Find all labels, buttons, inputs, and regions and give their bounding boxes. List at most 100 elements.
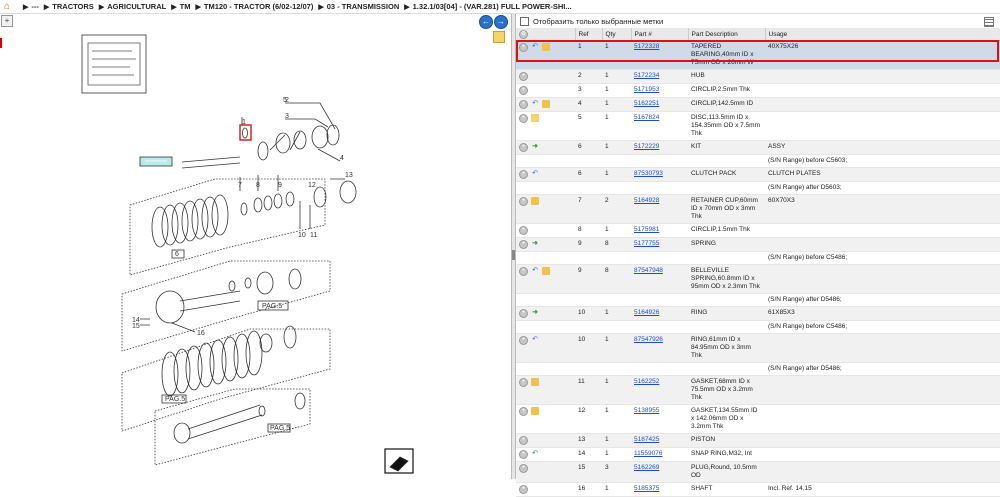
package-icon[interactable] bbox=[531, 407, 539, 415]
part-number-link[interactable]: 5162269 bbox=[634, 464, 659, 471]
add-to-cart-icon[interactable]: + bbox=[519, 378, 528, 387]
substitute-arrow-icon[interactable]: ➜ bbox=[531, 143, 539, 151]
part-number-link[interactable]: 5172328 bbox=[634, 43, 659, 50]
show-selected-label[interactable]: Отобразить только выбранные метки bbox=[533, 17, 663, 26]
table-row[interactable]: + ↶ 9 8 87547948 BELLEVILLE SPRING,60.8mm ID … bbox=[516, 264, 1000, 294]
table-row[interactable]: + ➜ 10 1 5164926 RING 61X85X3 bbox=[516, 306, 1000, 321]
table-row[interactable]: + ➜ 6 1 5172229 KIT ASSY bbox=[516, 140, 1000, 155]
add-to-cart-icon[interactable]: + bbox=[519, 436, 528, 445]
usage-note-row[interactable]: (S/N Range) after D5603; bbox=[516, 181, 1000, 195]
column-header-ref[interactable]: Ref bbox=[575, 28, 603, 41]
table-row[interactable]: +11 1 5162252 GASKET,68mm ID x 75.5mm OD x … bbox=[516, 375, 1000, 405]
column-header-description[interactable]: Part Description bbox=[688, 28, 766, 41]
add-to-cart-icon[interactable]: + bbox=[519, 240, 528, 249]
table-row[interactable]: +7 2 5164928 RETAINER CUP,60mm ID x 70mm OD… bbox=[516, 194, 1000, 224]
add-to-cart-icon[interactable]: + bbox=[519, 114, 528, 123]
column-header-qty[interactable]: Qty bbox=[602, 28, 632, 41]
usage-note-row[interactable]: (S/N Range) before C5603; bbox=[516, 154, 1000, 168]
package-icon[interactable] bbox=[531, 378, 539, 386]
replaced-part-icon[interactable]: ↶ bbox=[531, 336, 539, 344]
previous-arrow-button[interactable]: ← bbox=[479, 15, 493, 29]
add-to-cart-icon[interactable]: + bbox=[519, 226, 528, 235]
expand-button[interactable]: + bbox=[1, 15, 13, 27]
add-to-cart-icon[interactable]: + bbox=[519, 197, 528, 206]
crumb-tm[interactable]: TM bbox=[180, 2, 191, 11]
add-to-cart-icon[interactable]: + bbox=[519, 143, 528, 152]
part-number-link[interactable]: 5138955 bbox=[634, 407, 659, 414]
add-to-cart-icon[interactable]: + bbox=[519, 170, 528, 179]
add-to-cart-icon[interactable]: + bbox=[519, 86, 528, 95]
add-to-cart-icon[interactable]: + bbox=[519, 100, 528, 109]
crumb-model[interactable]: TM120 - TRACTOR (6/02-12/07) bbox=[204, 2, 313, 11]
crumb-agricultural[interactable]: AGRICULTURAL bbox=[107, 2, 166, 11]
replaced-part-icon[interactable]: ↶ bbox=[531, 170, 539, 178]
add-to-cart-icon[interactable]: + bbox=[519, 485, 528, 494]
table-row[interactable]: +3 1 5171953 CIRCLIP,2.5mm Thk bbox=[516, 83, 1000, 98]
table-row[interactable]: +16 1 5185375 SHAFT Incl. Ref. 14,15 bbox=[516, 482, 1000, 497]
part-number-link[interactable]: 5172234 bbox=[634, 72, 659, 79]
part-number-link[interactable]: 5164928 bbox=[634, 197, 659, 204]
crumb-root[interactable]: --- bbox=[31, 2, 39, 11]
table-row[interactable]: + ↶ 1 1 5172328 TAPERED BEARING,40mm ID x 75m… bbox=[516, 40, 1000, 70]
crumb-tractors[interactable]: TRACTORS bbox=[52, 2, 94, 11]
replaced-part-icon[interactable]: ↶ bbox=[531, 450, 539, 458]
part-number-link[interactable]: 5162252 bbox=[634, 378, 659, 385]
table-row[interactable]: + ↶ 6 1 87530793 CLUTCH PACK CLUTCH PLATES bbox=[516, 167, 1000, 182]
substitute-arrow-icon[interactable]: ➜ bbox=[531, 240, 539, 248]
table-row[interactable]: +12 1 5138955 GASKET,134.55mm ID x 142.06mm… bbox=[516, 404, 1000, 434]
add-to-cart-icon[interactable]: + bbox=[519, 450, 528, 459]
package-icon[interactable] bbox=[531, 197, 539, 205]
part-number-link[interactable]: 5185375 bbox=[634, 485, 659, 492]
table-row[interactable]: +5 1 5167824 DISC,113.5mm ID x 154.35mm OD … bbox=[516, 111, 1000, 141]
part-number-link[interactable]: 5177755 bbox=[634, 240, 659, 247]
part-number-link[interactable]: 87547948 bbox=[634, 267, 663, 274]
settings-icon[interactable]: ⚙ bbox=[519, 29, 528, 39]
part-number-link[interactable]: 87547926 bbox=[634, 336, 663, 343]
add-to-cart-icon[interactable]: + bbox=[519, 407, 528, 416]
show-selected-checkbox[interactable] bbox=[520, 16, 529, 26]
replaced-part-icon[interactable]: ↶ bbox=[531, 100, 539, 108]
table-row[interactable]: + ➜ 9 8 5177755 SPRING bbox=[516, 237, 1000, 252]
grid-settings-icon[interactable] bbox=[984, 17, 994, 27]
table-row[interactable]: +15 3 5162269 PLUG,Round, 10.5mm OD bbox=[516, 461, 1000, 483]
package-icon[interactable] bbox=[542, 43, 550, 51]
column-header-actions[interactable]: ⚙ bbox=[516, 28, 576, 41]
part-number-link[interactable]: 5162251 bbox=[634, 100, 659, 107]
thumbnail-frame[interactable] bbox=[81, 34, 147, 94]
part-number-link[interactable]: 5175981 bbox=[634, 226, 659, 233]
table-row[interactable]: + ↶ 14 1 11559076 SNAP RING,M32, Int bbox=[516, 447, 1000, 462]
usage-note-row[interactable]: (S/N Range) before C5486; bbox=[516, 320, 1000, 334]
splitter-grip-icon[interactable] bbox=[512, 250, 515, 260]
part-number-link[interactable]: 11559076 bbox=[634, 450, 662, 457]
table-row[interactable]: + ↶ 4 1 5162251 CIRCLIP,142.5mm ID bbox=[516, 97, 1000, 112]
part-number-link[interactable]: 5164926 bbox=[634, 309, 659, 316]
table-row[interactable]: +2 1 5172234 HUB bbox=[516, 69, 1000, 84]
table-row[interactable]: + ↶ 10 1 87547926 RING,61mm ID x 84.95mm OD x… bbox=[516, 333, 1000, 363]
package-icon[interactable] bbox=[542, 267, 550, 275]
usage-note-row[interactable]: (S/N Range) before C5486; bbox=[516, 251, 1000, 265]
add-to-cart-icon[interactable]: + bbox=[519, 309, 528, 318]
crumb-group[interactable]: 1.32.1/03[04] - (VAR.281) FULL POWER-SHI… bbox=[413, 2, 572, 11]
substitute-arrow-icon[interactable]: ➜ bbox=[531, 309, 539, 317]
home-icon[interactable]: ⌂ bbox=[4, 1, 14, 12]
next-arrow-button[interactable]: → bbox=[494, 15, 508, 29]
table-row[interactable]: +13 1 5187425 PISTON bbox=[516, 433, 1000, 448]
part-number-link[interactable]: 87530793 bbox=[634, 170, 663, 177]
add-to-cart-icon[interactable]: + bbox=[519, 336, 528, 345]
note-icon[interactable] bbox=[531, 114, 539, 122]
part-number-link[interactable]: 5171953 bbox=[634, 86, 659, 93]
usage-note-row[interactable]: (S/N Range) after D5486; bbox=[516, 362, 1000, 376]
exploded-parts-diagram[interactable]: 1 2 3 4 5 6 7 8 9 10 11 12 13 14 15 16 P… bbox=[0, 29, 511, 479]
part-number-link[interactable]: 5167824 bbox=[634, 114, 659, 121]
part-number-link[interactable]: 5172229 bbox=[634, 143, 659, 150]
usage-note-row[interactable]: (S/N Range) after D5486; bbox=[516, 293, 1000, 307]
replaced-part-icon[interactable]: ↶ bbox=[531, 267, 539, 275]
part-number-link[interactable]: 5187425 bbox=[634, 436, 659, 443]
add-to-cart-icon[interactable]: + bbox=[519, 43, 528, 52]
column-header-usage[interactable]: Usage bbox=[765, 28, 1000, 41]
package-icon[interactable] bbox=[542, 100, 550, 108]
table-row[interactable]: +8 1 5175981 CIRCLIP,1.5mm Thk bbox=[516, 223, 1000, 238]
add-to-cart-icon[interactable]: + bbox=[519, 72, 528, 81]
crumb-section[interactable]: 03 - TRANSMISSION bbox=[327, 2, 400, 11]
column-header-part-number[interactable]: Part # bbox=[631, 28, 689, 41]
